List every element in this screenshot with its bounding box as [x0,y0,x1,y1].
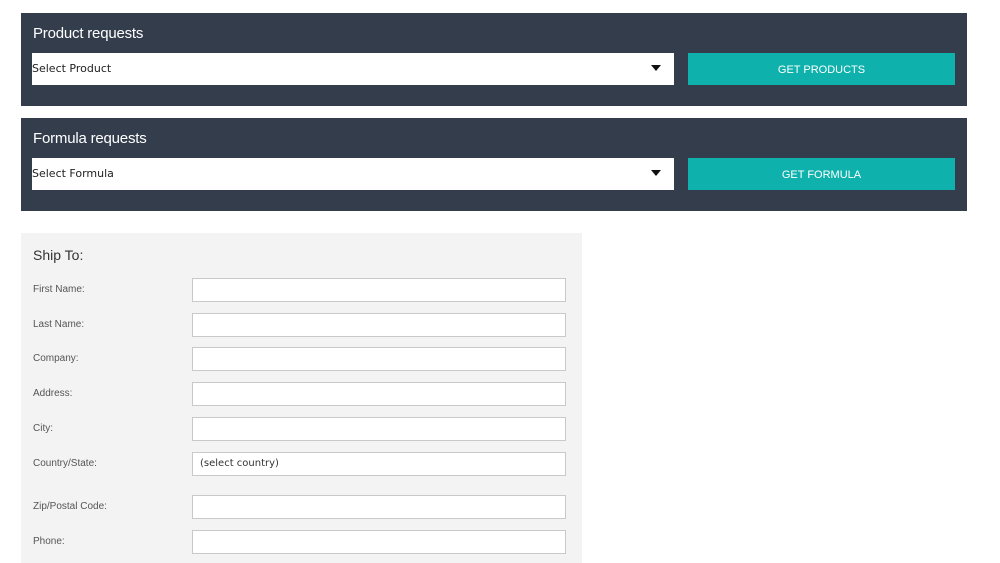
city-label: City: [33,423,53,434]
address-label: Address: [33,388,73,399]
company-field[interactable] [192,347,566,371]
first-name-row: First Name: [21,278,582,302]
formula-requests-panel: Formula requests Select Formula GET FORM… [21,118,967,211]
last-name-field[interactable] [192,313,566,337]
ship-to-title: Ship To: [33,247,84,263]
address-row: Address: [21,382,582,406]
zip-row: Zip/Postal Code: [21,495,582,519]
caret-down-icon [651,170,661,176]
caret-down-icon [651,65,661,71]
phone-label: Phone: [33,536,65,547]
formula-select-value: Select Formula [32,167,114,180]
product-requests-panel: Product requests Select Product GET PROD… [21,13,967,106]
phone-row: Phone: [21,530,582,554]
zip-field[interactable] [192,495,566,519]
phone-field[interactable] [192,530,566,554]
last-name-row: Last Name: [21,313,582,337]
first-name-field[interactable] [192,278,566,302]
address-field[interactable] [192,382,566,406]
formula-select[interactable]: Select Formula [32,158,674,190]
country-state-row: Country/State: (select country) [21,452,582,476]
product-select-value: Select Product [32,62,112,75]
first-name-label: First Name: [33,284,85,295]
company-row: Company: [21,347,582,371]
get-products-button[interactable]: GET PRODUCTS [688,53,955,85]
country-select-value: (select country) [200,458,279,469]
country-state-label: Country/State: [33,458,97,469]
city-field[interactable] [192,417,566,441]
zip-label: Zip/Postal Code: [33,501,107,512]
product-select[interactable]: Select Product [32,53,674,85]
product-requests-title: Product requests [33,25,144,42]
country-select[interactable]: (select country) [192,452,566,476]
last-name-label: Last Name: [33,319,85,330]
ship-to-form: Ship To: First Name: Last Name: Company:… [21,233,582,563]
formula-requests-title: Formula requests [33,130,147,147]
company-label: Company: [33,353,79,364]
city-row: City: [21,417,582,441]
get-formula-button[interactable]: GET FORMULA [688,158,955,190]
